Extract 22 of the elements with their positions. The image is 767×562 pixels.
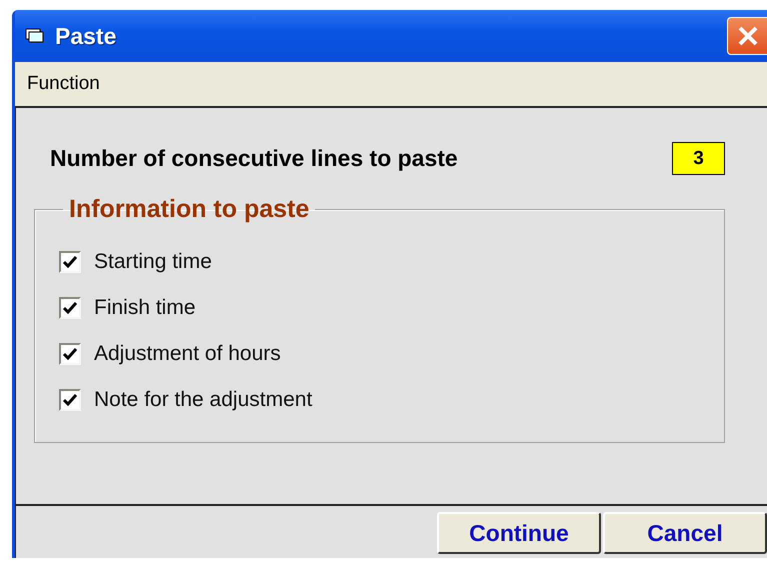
count-label: Number of consecutive lines to paste xyxy=(50,145,458,172)
count-field[interactable]: 3 xyxy=(672,142,725,175)
checkbox[interactable] xyxy=(59,389,81,411)
option-label: Starting time xyxy=(94,250,212,274)
close-button[interactable] xyxy=(727,17,767,55)
close-icon xyxy=(736,24,760,48)
checkmark-icon xyxy=(63,348,77,360)
menu-item[interactable]: Function xyxy=(27,73,100,95)
checkbox[interactable] xyxy=(59,251,81,273)
option-label: Finish time xyxy=(94,296,196,320)
window-icon xyxy=(25,27,45,45)
group-title: Information to paste xyxy=(68,195,310,224)
checkmark-icon xyxy=(63,394,77,406)
option-label: Adjustment of hours xyxy=(94,342,281,366)
cancel-button[interactable]: Cancel xyxy=(603,512,767,554)
window-title: Paste xyxy=(55,22,116,50)
continue-button[interactable]: Continue xyxy=(437,512,601,554)
option-label: Note for the adjustment xyxy=(94,388,312,412)
checkbox[interactable] xyxy=(59,343,81,365)
checkmark-icon xyxy=(63,256,77,268)
checkbox[interactable] xyxy=(59,297,81,319)
checkmark-icon xyxy=(63,302,77,314)
